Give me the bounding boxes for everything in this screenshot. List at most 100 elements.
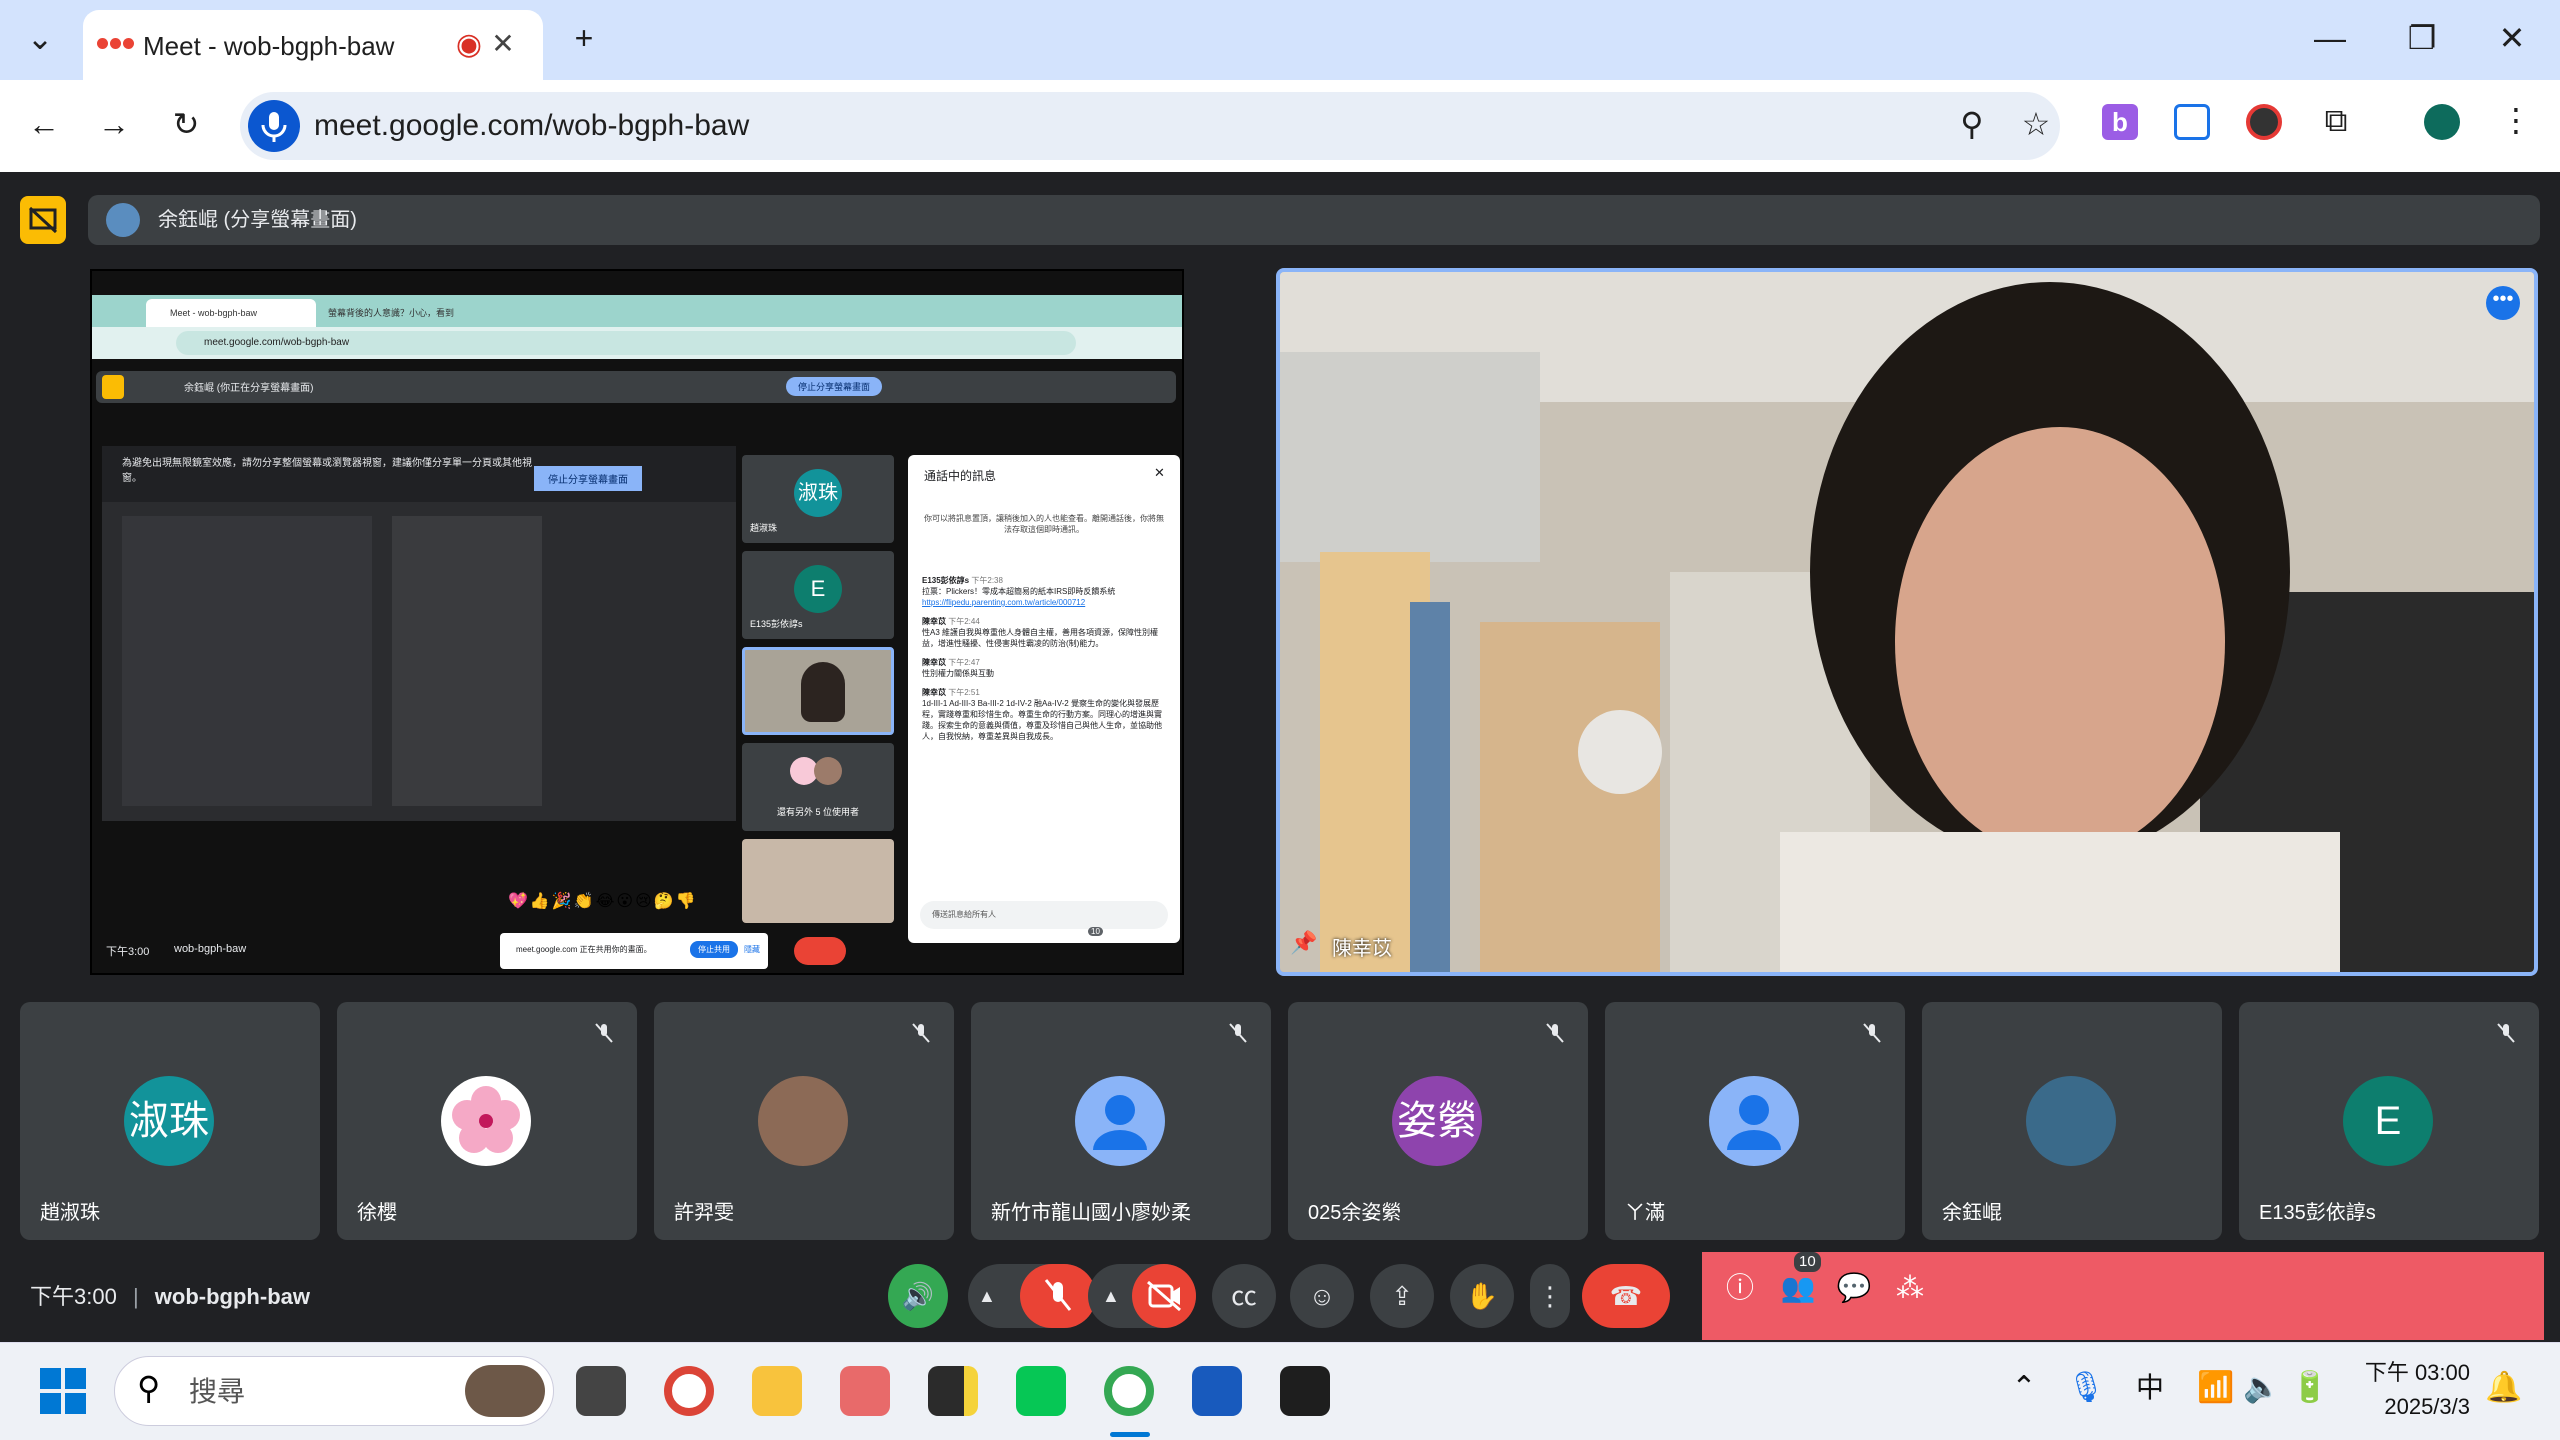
mic-in-use-icon[interactable]: 🎙 xyxy=(2066,1368,2106,1408)
battery-icon[interactable]: 🔋 xyxy=(2290,1368,2330,1408)
task-view-icon[interactable] xyxy=(576,1366,626,1416)
tab-search-chevron-icon[interactable]: ⌄ xyxy=(18,18,62,62)
more-options-button[interactable]: ⋮ xyxy=(1530,1264,1570,1328)
people-icon[interactable]: 👥 xyxy=(1776,1266,1820,1310)
msg4-text: 1d-III-1 Ad-III-3 Ba-III-2 1d-IV-2 融Aa-I… xyxy=(922,699,1162,741)
participant-name: 趙淑珠 xyxy=(40,1202,100,1224)
mic-off-button[interactable] xyxy=(1020,1264,1096,1328)
close-window-button[interactable]: ✕ xyxy=(2490,18,2534,62)
participant-tile-2[interactable]: 徐櫻 xyxy=(337,1002,637,1240)
inner-people-badge: 10 xyxy=(1088,927,1103,936)
presenter-avatar xyxy=(106,203,140,237)
mic-indicator-icon[interactable] xyxy=(248,100,300,152)
pin-icon[interactable]: 📌 xyxy=(1290,930,1317,956)
ime-indicator[interactable]: 中 xyxy=(2130,1368,2170,1408)
reaction-bar: 💖👍🎉👏😂😮😢🤔👎 xyxy=(508,891,698,911)
reaction-laugh: 😂 xyxy=(595,893,617,910)
presentation-icon[interactable] xyxy=(20,196,66,244)
participant-tile-8[interactable]: E E135彭依諄s xyxy=(2239,1002,2539,1240)
raise-hand-button[interactable]: ✋ xyxy=(1450,1264,1514,1328)
notifications-icon[interactable]: 🔔 xyxy=(2484,1368,2524,1408)
participant-tile-7[interactable]: 余鈺崐 xyxy=(1922,1002,2222,1240)
chat-icon[interactable]: 💬 xyxy=(1832,1266,1876,1310)
inner-stop-share-button: 停止分享螢幕畫面 xyxy=(786,377,883,396)
acrobat-icon[interactable] xyxy=(1280,1366,1330,1416)
tab-strip: ⌄ Meet - wob-bgph-baw ◉ ✕ + — ❐ ✕ xyxy=(0,0,2560,80)
speaker-button[interactable]: 🔊 xyxy=(888,1264,948,1328)
taskbar-clock[interactable]: 下午 03:00 2025/3/3 xyxy=(2360,1356,2470,1424)
share-stop-button: 停止共用 xyxy=(690,941,738,958)
nested-screen: 為避免出現無限鏡室效應，請勿分享整個螢幕或瀏覽器視窗，建議你僅分享單一分頁或其他… xyxy=(102,446,736,821)
side-speaker-figure xyxy=(801,662,845,722)
participant-tile-6[interactable]: ㄚ滿 xyxy=(1605,1002,1905,1240)
zoom-icon[interactable]: ⚲ xyxy=(1950,104,1994,148)
chrome-profile-taskbar-icon[interactable] xyxy=(1104,1366,1154,1416)
wifi-icon[interactable]: 📶 xyxy=(2196,1368,2236,1408)
leave-call-button[interactable]: ☎ xyxy=(1582,1264,1670,1328)
minimize-button[interactable]: — xyxy=(2308,18,2352,62)
chrome-taskbar-icon[interactable] xyxy=(664,1366,714,1416)
sticky-notes-icon[interactable] xyxy=(928,1366,978,1416)
photo-avatar xyxy=(2026,1076,2116,1166)
participant-tile-4[interactable]: 新竹市龍山國小廖妙柔 xyxy=(971,1002,1271,1240)
presenter-bar: 余鈺崐 (分享螢幕畫面) xyxy=(88,195,2540,245)
inner-tab: Meet - wob-bgph-baw xyxy=(146,299,316,327)
inner-url: meet.google.com/wob-bgph-baw xyxy=(176,331,1076,355)
mic-options-chevron-icon[interactable]: ▲ xyxy=(978,1264,996,1328)
captions-button[interactable]: ㏄ xyxy=(1212,1264,1276,1328)
present-button[interactable]: ⇪ xyxy=(1370,1264,1434,1328)
file-explorer-icon[interactable] xyxy=(752,1366,802,1416)
side-name-1: 趙淑珠 xyxy=(750,523,778,533)
inner-code: wob-bgph-baw xyxy=(174,943,247,955)
line-icon[interactable] xyxy=(1016,1366,1066,1416)
meeting-details-icon[interactable]: ⓘ xyxy=(1718,1266,1762,1310)
address-bar[interactable]: meet.google.com/wob-bgph-baw ⚲ ☆ xyxy=(240,92,2060,160)
taskbar-search-input[interactable]: ⚲ 搜尋 xyxy=(114,1356,554,1426)
default-person-avatar xyxy=(1075,1076,1165,1166)
more-options-icon[interactable]: ••• xyxy=(2486,286,2520,320)
msg2-from: 陳幸苡 xyxy=(922,617,946,626)
share-hide-button: 隱藏 xyxy=(744,945,760,954)
msg1-text: 拉票：Plickers！零成本超簡易的紙本IRS即時反饋系統 xyxy=(922,587,1116,596)
back-button[interactable]: ← xyxy=(22,104,66,148)
mic-off-icon xyxy=(2497,1023,2515,1043)
mic-off-icon xyxy=(1863,1023,1881,1043)
participant-tile-5[interactable]: 姿縈 025余姿縈 xyxy=(1288,1002,1588,1240)
emoji-button[interactable]: ☺ xyxy=(1290,1264,1354,1328)
participant-avatar: 姿縈 xyxy=(1392,1076,1482,1166)
tab-meet[interactable]: Meet - wob-bgph-baw ◉ ✕ xyxy=(83,10,543,80)
reaction-party: 🎉 xyxy=(551,893,574,910)
reaction-surprised: 😮 xyxy=(616,893,636,910)
new-tab-button[interactable]: + xyxy=(562,18,606,62)
camera-options-chevron-icon[interactable]: ▲ xyxy=(1102,1264,1120,1328)
bookmark-star-icon[interactable]: ☆ xyxy=(2014,104,2058,148)
side-tile-2: E E135彭依諄s xyxy=(742,551,894,639)
volume-icon[interactable]: 🔈 xyxy=(2242,1368,2282,1408)
participant-tile-1[interactable]: 淑珠 趙淑珠 xyxy=(20,1002,320,1240)
extensions-puzzle-icon[interactable]: ⧉ xyxy=(2314,100,2358,144)
start-button[interactable] xyxy=(40,1368,86,1414)
tab-close-icon[interactable]: ✕ xyxy=(485,26,521,62)
active-app-indicator xyxy=(1110,1432,1150,1437)
forward-button[interactable]: → xyxy=(92,104,136,148)
show-hidden-icons-chevron[interactable]: ⌃ xyxy=(2004,1368,2044,1408)
side-tile-1: 淑珠 趙淑珠 xyxy=(742,455,894,543)
participant-name: 許羿雯 xyxy=(674,1202,734,1224)
extension-b-icon[interactable]: b xyxy=(2102,104,2138,140)
taskbar-date: 2025/3/3 xyxy=(2384,1394,2470,1419)
nested-chat xyxy=(392,516,542,806)
snipping-tool-icon[interactable] xyxy=(840,1366,890,1416)
browser-menu-icon[interactable]: ⋮ xyxy=(2494,100,2538,144)
activities-icon[interactable]: ⁂ xyxy=(1888,1266,1932,1310)
participant-tile-3[interactable]: 許羿雯 xyxy=(654,1002,954,1240)
reload-button[interactable]: ↻ xyxy=(164,104,208,148)
side-mini-avatar-b xyxy=(814,757,842,785)
inner-presentation-icon xyxy=(102,375,124,399)
camera-off-button[interactable] xyxy=(1132,1264,1196,1328)
restore-button[interactable]: ❐ xyxy=(2400,18,2444,62)
screenshot-extension-icon[interactable] xyxy=(2174,104,2210,140)
profile-avatar[interactable] xyxy=(2424,104,2460,140)
word-icon[interactable] xyxy=(1192,1366,1242,1416)
record-extension-icon[interactable] xyxy=(2246,104,2282,140)
browser-toolbar: ← → ↻ meet.google.com/wob-bgph-baw ⚲ ☆ b… xyxy=(0,80,2560,172)
